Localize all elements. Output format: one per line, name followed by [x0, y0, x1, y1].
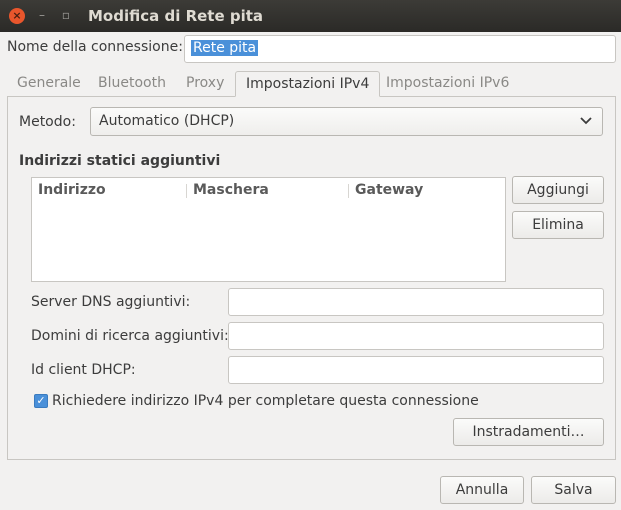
chevron-down-icon	[580, 114, 592, 128]
column-header-address[interactable]: Indirizzo	[38, 182, 106, 198]
delete-address-button[interactable]: Elimina	[512, 211, 604, 239]
title-bar: × – ▫ Modifica di Rete pita	[0, 0, 621, 32]
dhcp-client-id-input[interactable]	[228, 356, 604, 384]
tab-ipv6-settings[interactable]: Impostazioni IPv6	[376, 71, 519, 97]
column-divider	[348, 184, 349, 198]
connection-name-label: Nome della connessione:	[7, 39, 183, 55]
column-divider	[186, 184, 187, 198]
close-window-icon[interactable]: ×	[9, 8, 25, 24]
require-ipv4-label[interactable]: Richiedere indirizzo IPv4 per completare…	[52, 393, 479, 409]
static-addresses-table[interactable]: Indirizzo Maschera Gateway	[31, 177, 506, 282]
tab-proxy[interactable]: Proxy	[176, 71, 234, 97]
dhcp-client-id-label: Id client DHCP:	[31, 362, 136, 378]
cancel-button[interactable]: Annulla	[440, 476, 524, 504]
tab-general[interactable]: Generale	[7, 71, 91, 97]
column-header-mask[interactable]: Maschera	[193, 182, 269, 198]
method-value: Automatico (DHCP)	[99, 113, 235, 129]
dns-servers-label: Server DNS aggiuntivi:	[31, 294, 191, 310]
connection-name-value: Rete pita	[191, 40, 259, 56]
method-dropdown[interactable]: Automatico (DHCP)	[90, 107, 603, 136]
edit-connection-window: × – ▫ Modifica di Rete pita Nome della c…	[0, 0, 621, 510]
routes-button[interactable]: Instradamenti…	[453, 418, 604, 446]
method-label: Metodo:	[19, 114, 76, 130]
dns-servers-input[interactable]	[228, 288, 604, 316]
column-header-gateway[interactable]: Gateway	[355, 182, 423, 198]
window-title: Modifica di Rete pita	[88, 7, 264, 25]
add-address-button[interactable]: Aggiungi	[512, 176, 604, 204]
maximize-window-icon[interactable]: ▫	[58, 8, 74, 24]
require-ipv4-checkbox[interactable]: ✓	[34, 394, 48, 408]
tab-bluetooth[interactable]: Bluetooth	[88, 71, 176, 97]
tab-ipv4-settings[interactable]: Impostazioni IPv4	[235, 71, 381, 97]
connection-name-input[interactable]: Rete pita	[184, 35, 616, 63]
static-addresses-title: Indirizzi statici aggiuntivi	[19, 153, 221, 169]
search-domains-input[interactable]	[228, 322, 604, 350]
save-button[interactable]: Salva	[531, 476, 616, 504]
search-domains-label: Domini di ricerca aggiuntivi:	[31, 328, 229, 344]
minimize-window-icon[interactable]: –	[34, 8, 50, 24]
